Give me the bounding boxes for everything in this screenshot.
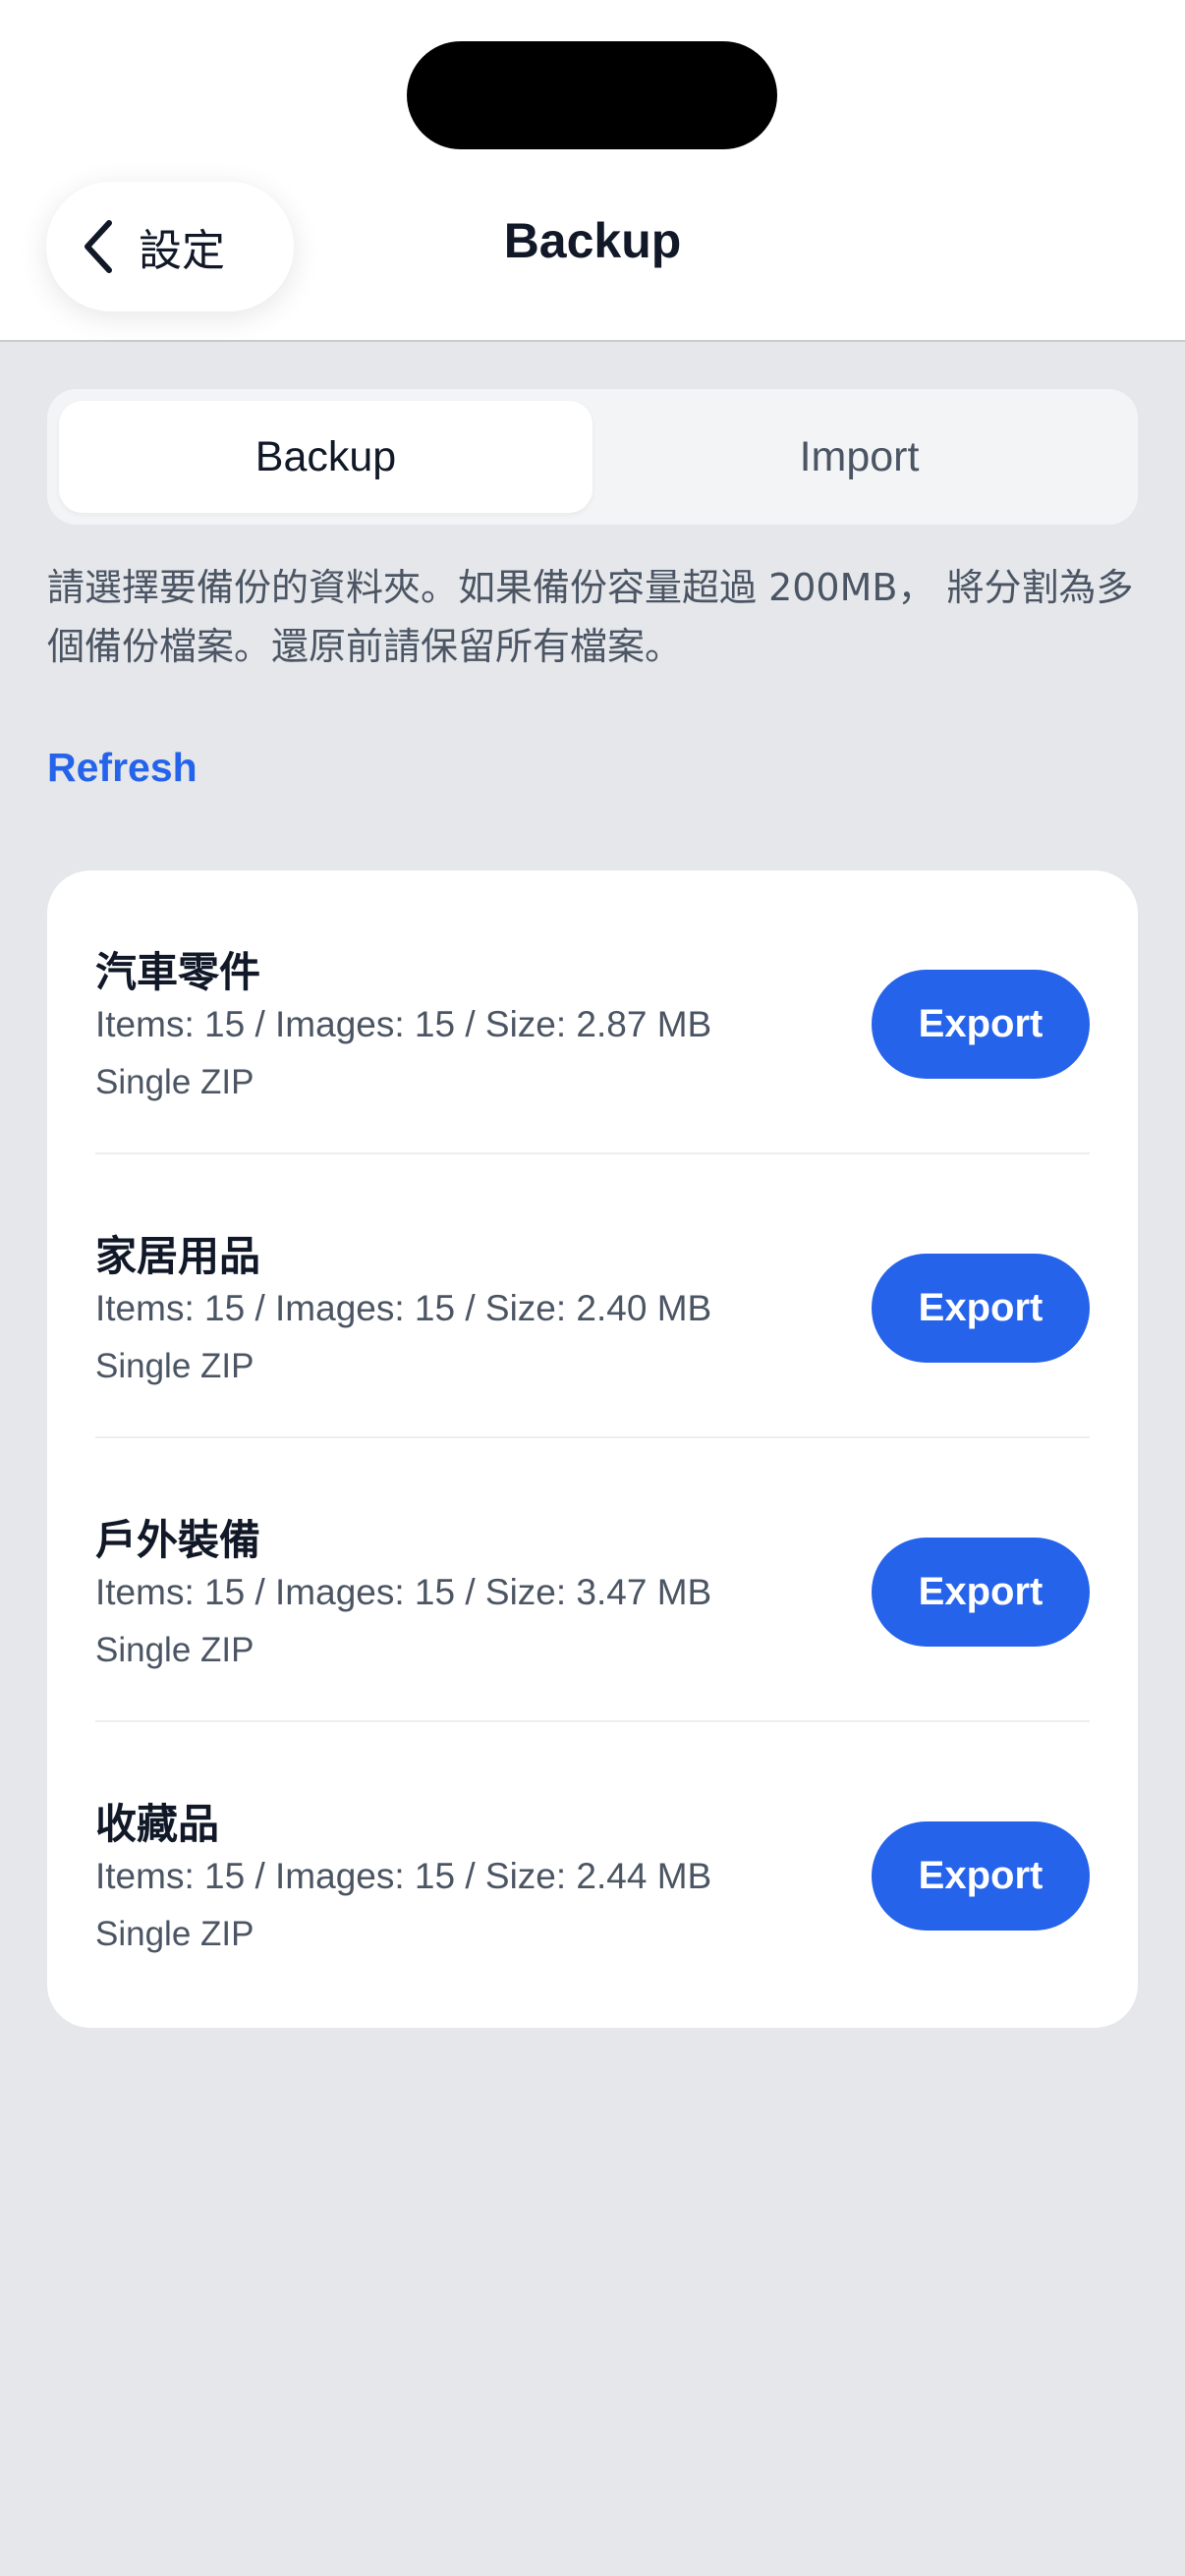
folder-stats: Items: 15 / Images: 15 / Size: 2.40 MB (95, 1288, 712, 1328)
folder-backup-type: Single ZIP (95, 1631, 254, 1669)
backup-import-segmented-control: Backup Import (47, 389, 1138, 525)
folder-name: 收藏品 (95, 1800, 220, 1848)
list-item: 戶外裝備 Items: 15 / Images: 15 / Size: 3.47… (95, 1438, 1090, 1722)
folder-backup-type: Single ZIP (95, 1915, 254, 1953)
export-button[interactable]: Export (872, 970, 1090, 1079)
list-item: 家居用品 Items: 15 / Images: 15 / Size: 2.40… (95, 1154, 1090, 1438)
folder-name: 戶外裝備 (95, 1516, 261, 1564)
page-title: Backup (503, 213, 682, 268)
folder-backup-type: Single ZIP (95, 1063, 254, 1101)
export-button[interactable]: Export (872, 1254, 1090, 1363)
export-button[interactable]: Export (872, 1538, 1090, 1647)
folder-stats: Items: 15 / Images: 15 / Size: 3.47 MB (95, 1572, 712, 1612)
navigation-header: 設定 Backup (0, 0, 1185, 342)
folder-name: 家居用品 (95, 1232, 261, 1280)
list-item: 收藏品 Items: 15 / Images: 15 / Size: 2.44 … (95, 1722, 1090, 2006)
dynamic-island (407, 41, 777, 149)
backup-description: 請選擇要備份的資料夾。如果備份容量超過 200MB， 將分割為多個備份檔案。還原… (47, 566, 1134, 668)
folder-backup-type: Single ZIP (95, 1347, 254, 1385)
list-item: 汽車零件 Items: 15 / Images: 15 / Size: 2.87… (95, 870, 1090, 1154)
folder-stats: Items: 15 / Images: 15 / Size: 2.87 MB (95, 1004, 712, 1044)
folder-name: 汽車零件 (95, 948, 261, 996)
folder-stats: Items: 15 / Images: 15 / Size: 2.44 MB (95, 1856, 712, 1896)
folder-list-card: 汽車零件 Items: 15 / Images: 15 / Size: 2.87… (47, 870, 1138, 2028)
export-button[interactable]: Export (872, 1821, 1090, 1931)
tab-backup[interactable]: Backup (59, 401, 592, 513)
tab-import[interactable]: Import (592, 401, 1126, 513)
refresh-link[interactable]: Refresh (47, 745, 198, 791)
